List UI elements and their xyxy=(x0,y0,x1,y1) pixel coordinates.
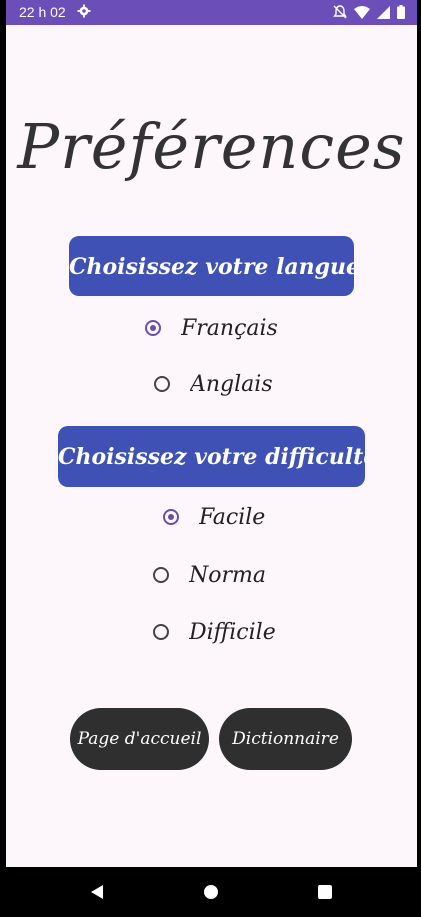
mute-icon xyxy=(333,5,347,19)
wifi-icon xyxy=(354,5,370,19)
radio-unchecked-icon[interactable] xyxy=(154,376,170,392)
radio-label: Français xyxy=(181,315,278,341)
radio-checked-icon[interactable] xyxy=(145,320,161,336)
page-title: Préférences xyxy=(17,110,406,183)
dictionary-button[interactable]: Dictionnaire xyxy=(219,708,352,770)
home-icon[interactable] xyxy=(202,883,220,901)
home-page-button[interactable]: Page d'accueil xyxy=(70,708,209,770)
status-icons xyxy=(333,5,405,19)
radio-unchecked-icon[interactable] xyxy=(153,567,169,583)
preferences-screen: 22 h 02 Préférences Choisissez votre lan… xyxy=(6,0,417,917)
signal-icon xyxy=(377,5,390,19)
status-bar: 22 h 02 xyxy=(6,0,417,25)
radio-checked-icon[interactable] xyxy=(163,509,179,525)
radio-label: Anglais xyxy=(190,371,273,397)
radio-english[interactable]: Anglais xyxy=(154,369,273,399)
radio-label: Normal xyxy=(189,562,265,588)
gear-icon xyxy=(77,4,91,18)
radio-label: Facile xyxy=(199,504,266,530)
recents-icon[interactable] xyxy=(316,883,334,901)
navigation-bar xyxy=(0,867,421,917)
back-icon[interactable] xyxy=(88,883,106,901)
language-section-header: Choisissez votre langue: xyxy=(69,236,354,296)
battery-icon xyxy=(397,5,405,19)
radio-easy[interactable]: Facile xyxy=(163,502,265,532)
difficulty-section-header: Choisissez votre difficulté: xyxy=(58,426,365,487)
radio-label: Difficile xyxy=(189,619,276,645)
status-time: 22 h 02 xyxy=(19,4,66,20)
radio-difficult[interactable]: Difficile xyxy=(153,617,276,647)
radio-french[interactable]: Français xyxy=(145,313,278,343)
radio-normal[interactable]: Normal xyxy=(153,560,265,590)
radio-unchecked-icon[interactable] xyxy=(153,624,169,640)
